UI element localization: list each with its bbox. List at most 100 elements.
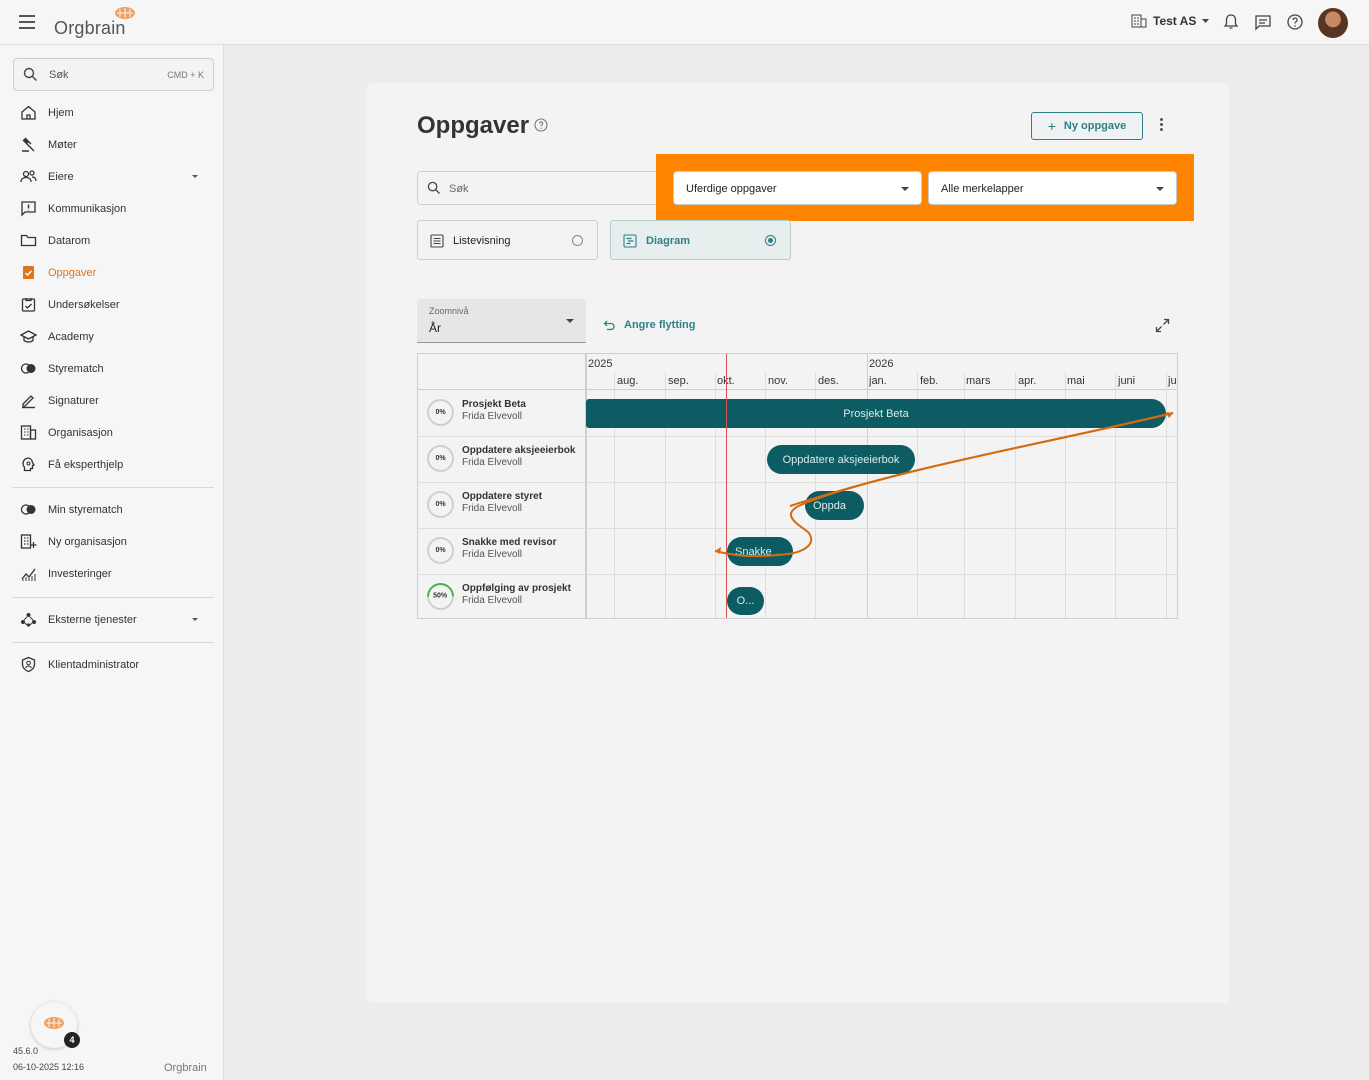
- sidebar-item-datarom[interactable]: Datarom: [0, 228, 224, 254]
- more-options-icon[interactable]: [1160, 118, 1164, 132]
- sidebar-item-label: Klientadministrator: [48, 659, 140, 671]
- sidebar-item-label: Styrematch: [48, 363, 104, 375]
- task-search-input[interactable]: Søk: [417, 171, 667, 205]
- top-bar: Orgbrain Test AS: [0, 0, 1369, 45]
- sidebar-item-label: Kommunikasjon: [48, 203, 127, 215]
- list-view-label: Listevisning: [453, 235, 511, 247]
- match-icon: [20, 363, 36, 374]
- page-title: Oppgaver: [417, 112, 530, 139]
- app-logo[interactable]: Orgbrain: [54, 18, 126, 39]
- search-icon: [23, 67, 37, 81]
- sidebar-item-label: Academy: [48, 331, 94, 343]
- dropdown-arrow-icon: [901, 187, 909, 191]
- divider: [12, 642, 214, 643]
- plus-icon: +: [1047, 118, 1056, 134]
- user-avatar[interactable]: [1318, 8, 1348, 38]
- services-icon: [21, 613, 36, 627]
- sidebar-item-undersokelser[interactable]: Undersøkelser: [0, 292, 224, 318]
- notification-badge[interactable]: 4: [31, 1002, 80, 1048]
- status-filter-value: Uferdige oppgaver: [686, 183, 777, 195]
- sidebar-item-label: Investeringer: [48, 568, 112, 580]
- expand-icon[interactable]: [1155, 318, 1170, 333]
- sidebar-item-label: Datarom: [48, 235, 91, 247]
- sidebar-item-label: Få eksperthjelp: [48, 459, 124, 471]
- undo-move-button[interactable]: Angre flytting: [603, 319, 696, 331]
- zoom-caption: Zoomnivå: [429, 306, 469, 316]
- sidebar-item-label: Undersøkelser: [48, 299, 120, 311]
- graduation-cap-icon: [20, 330, 37, 343]
- sidebar-item-signaturer[interactable]: Signaturer: [0, 388, 224, 414]
- sidebar-item-label: Oppgaver: [48, 267, 97, 279]
- sidebar-item-kommunikasjon[interactable]: Kommunikasjon: [0, 196, 224, 222]
- search-shortcut: CMD + K: [167, 70, 204, 80]
- gavel-icon: [22, 137, 35, 152]
- diagram-view-option[interactable]: Diagram: [610, 220, 791, 260]
- sidebar-item-klientadministrator[interactable]: Klientadministrator: [0, 652, 224, 678]
- zoom-value: År: [429, 321, 441, 335]
- sidebar-item-label: Eiere: [48, 171, 74, 183]
- home-icon: [21, 105, 36, 120]
- status-filter-select[interactable]: Uferdige oppgaver: [673, 171, 922, 205]
- divider: [12, 487, 214, 488]
- sidebar-item-min-styrematch[interactable]: Min styrematch: [0, 497, 224, 523]
- task-search-placeholder: Søk: [449, 183, 469, 195]
- sidebar-item-label: Organisasjon: [48, 427, 113, 439]
- tags-filter-select[interactable]: Alle merkelapper: [928, 171, 1177, 205]
- radio-button[interactable]: [765, 235, 776, 246]
- chat-icon[interactable]: [1254, 13, 1272, 31]
- brain-logo-icon: [115, 7, 135, 19]
- sidebar-item-academy[interactable]: Academy: [0, 324, 224, 350]
- radio-button[interactable]: [572, 235, 583, 246]
- sidebar-item-label: Hjem: [48, 107, 74, 119]
- search-icon: [427, 181, 441, 195]
- menu-icon[interactable]: [19, 15, 35, 29]
- sidebar-search-input[interactable]: Søk CMD + K: [13, 58, 214, 91]
- chevron-down-icon: [192, 618, 198, 621]
- new-task-label: Ny oppgave: [1063, 120, 1127, 132]
- help-icon[interactable]: [1286, 13, 1304, 31]
- sidebar-item-label: Ny organisasjon: [48, 536, 127, 548]
- list-view-option[interactable]: Listevisning: [417, 220, 598, 260]
- help-icon[interactable]: [534, 118, 548, 132]
- sidebar-item-moter[interactable]: Møter: [0, 132, 224, 158]
- sidebar-item-label: Signaturer: [48, 395, 99, 407]
- sidebar-item-organisasjon[interactable]: Organisasjon: [0, 420, 224, 446]
- build-timestamp: 06-10-2025 12:16: [13, 1062, 85, 1072]
- divider: [12, 597, 214, 598]
- sidebar-item-eksperthjelp[interactable]: Få eksperthjelp: [0, 452, 224, 478]
- dropdown-arrow-icon: [566, 319, 574, 323]
- sidebar-item-eksterne-tjenester[interactable]: Eksterne tjenester: [0, 607, 224, 633]
- sidebar-item-oppgaver[interactable]: Oppgaver: [0, 260, 224, 286]
- undo-icon: [603, 320, 615, 330]
- sidebar-item-eiere[interactable]: Eiere: [0, 164, 224, 190]
- signature-icon: [22, 395, 35, 409]
- folder-icon: [20, 234, 37, 247]
- add-building-icon: [20, 534, 37, 549]
- org-switcher[interactable]: Test AS: [1131, 14, 1210, 28]
- dropdown-arrow-icon: [1156, 187, 1164, 191]
- expert-help-icon: [22, 457, 35, 472]
- new-task-button[interactable]: + Ny oppgave: [1031, 112, 1143, 140]
- building-icon: [1131, 14, 1147, 28]
- dependency-arrows: [714, 412, 1174, 558]
- sidebar-item-hjem[interactable]: Hjem: [0, 100, 224, 126]
- shield-icon: [21, 656, 36, 673]
- owners-icon: [20, 170, 37, 183]
- chevron-down-icon: [192, 175, 198, 178]
- chart-icon: [21, 568, 36, 581]
- message-icon: [21, 201, 36, 217]
- bell-icon[interactable]: [1222, 13, 1240, 31]
- brain-logo-icon: [44, 1017, 64, 1029]
- app-version: 45.6.0: [13, 1046, 39, 1056]
- match-icon: [20, 504, 36, 515]
- zoom-level-select[interactable]: Zoomnivå År: [417, 299, 586, 343]
- sidebar-item-label: Eksterne tjenester: [48, 614, 137, 626]
- sidebar-item-styrematch[interactable]: Styrematch: [0, 356, 224, 382]
- sidebar: Søk CMD + K Hjem Møter Eiere Kommunikasj…: [0, 45, 224, 1080]
- sidebar-item-investeringer[interactable]: Investeringer: [0, 561, 224, 587]
- tags-filter-value: Alle merkelapper: [941, 183, 1024, 195]
- badge-count: 4: [64, 1032, 80, 1048]
- diagram-view-label: Diagram: [646, 235, 691, 247]
- diagram-icon: [623, 234, 637, 248]
- sidebar-item-ny-organisasjon[interactable]: Ny organisasjon: [0, 529, 224, 555]
